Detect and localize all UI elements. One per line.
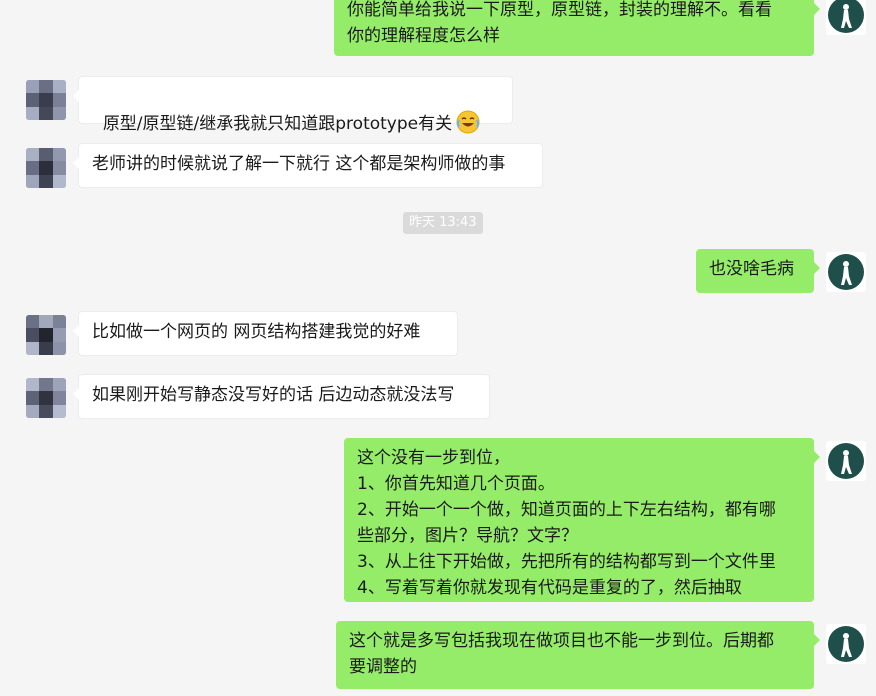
my-avatar[interactable] [826, 252, 866, 292]
timestamp-divider: 昨天 13:43 [403, 212, 483, 234]
message-text: 原型/原型链/继承我就只知道跟prototype有关 [102, 114, 453, 134]
message-bubble-outgoing[interactable]: 这个没有一步到位， 1、你首先知道几个页面。 2、开始一个一个做，知道页面的上下… [344, 438, 820, 602]
my-avatar[interactable] [826, 624, 866, 664]
message-bubble-incoming[interactable]: 如果刚开始写静态没写好的话 后边动态就没法写 [73, 374, 490, 419]
my-avatar[interactable] [826, 441, 866, 481]
message-bubble-incoming[interactable]: 原型/原型链/继承我就只知道跟prototype有关 [73, 76, 513, 134]
message-bubble-incoming[interactable]: 比如做一个网页的 网页结构搭建我觉的好难 [73, 311, 458, 356]
message-bubble-outgoing[interactable]: 你能简单给我说一下原型，原型链，封装的理解不。看看 你的理解程度怎么样 [334, 0, 820, 56]
message-bubble-outgoing[interactable]: 这个就是多写包括我现在做项目也不能一步到位。后期都 要调整的 [336, 621, 820, 689]
contact-avatar[interactable] [26, 315, 66, 355]
message-bubble-incoming[interactable]: 老师讲的时候就说了解一下就行 这个都是架构师做的事 [73, 143, 543, 188]
my-avatar[interactable] [826, 0, 866, 35]
laughing-crying-emoji-icon [456, 110, 480, 134]
contact-avatar[interactable] [26, 80, 66, 120]
contact-avatar[interactable] [26, 148, 66, 188]
message-bubble-outgoing[interactable]: 也没啥毛病 [696, 249, 820, 293]
contact-avatar[interactable] [26, 378, 66, 418]
